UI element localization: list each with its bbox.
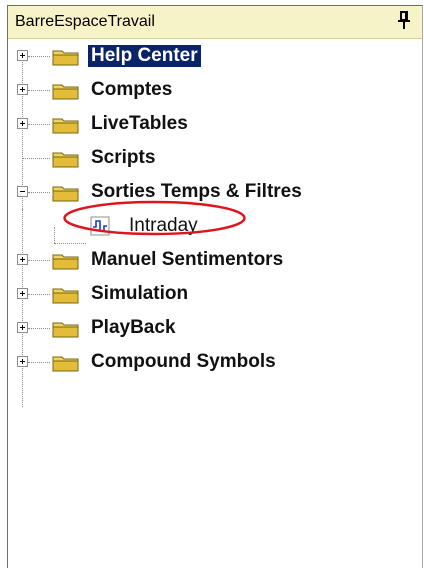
panel-title-bar[interactable]: BarreEspaceTravail bbox=[8, 6, 422, 39]
expand-icon[interactable] bbox=[17, 254, 28, 265]
tree-item-label: Comptes bbox=[91, 79, 173, 100]
expand-icon[interactable] bbox=[17, 118, 28, 129]
tree-item-label: Manuel Sentimentors bbox=[91, 249, 284, 270]
folder-icon bbox=[52, 322, 79, 338]
tree-item-livetables[interactable]: LiveTables bbox=[8, 107, 422, 141]
collapse-icon[interactable] bbox=[17, 186, 28, 197]
expand-icon[interactable] bbox=[17, 288, 28, 299]
folder-icon bbox=[52, 356, 79, 372]
highlight-oval bbox=[63, 200, 246, 236]
workspace-panel: BarreEspaceTravail Help Center Comptes L… bbox=[7, 5, 423, 568]
tree-item-manuel-sentimentors[interactable]: Manuel Sentimentors bbox=[8, 243, 422, 277]
tree-item-label: Scripts bbox=[91, 147, 156, 168]
tree-item-compound-symbols[interactable]: Compound Symbols bbox=[8, 345, 422, 379]
tree-item-label: Compound Symbols bbox=[91, 351, 276, 372]
panel-title: BarreEspaceTravail bbox=[15, 13, 155, 30]
expand-icon[interactable] bbox=[17, 84, 28, 95]
folder-icon bbox=[52, 288, 79, 304]
workspace-tree[interactable]: Help Center Comptes LiveTables Scripts S… bbox=[8, 39, 422, 568]
folder-icon bbox=[52, 118, 79, 134]
folder-icon bbox=[52, 152, 79, 168]
tree-item-help-center[interactable]: Help Center bbox=[8, 39, 422, 73]
folder-icon bbox=[52, 84, 79, 100]
folder-icon bbox=[52, 254, 79, 270]
expand-icon[interactable] bbox=[17, 50, 28, 61]
folder-icon bbox=[52, 50, 79, 66]
tree-item-comptes[interactable]: Comptes bbox=[8, 73, 422, 107]
tree-item-label: Help Center bbox=[88, 45, 201, 67]
pin-icon[interactable] bbox=[395, 9, 413, 33]
tree-item-simulation[interactable]: Simulation bbox=[8, 277, 422, 311]
expand-icon[interactable] bbox=[17, 356, 28, 367]
tree-item-label: Simulation bbox=[91, 283, 189, 304]
tree-item-scripts[interactable]: Scripts bbox=[8, 141, 422, 175]
tree-item-label: PlayBack bbox=[91, 317, 176, 338]
expand-icon[interactable] bbox=[17, 322, 28, 333]
tree-item-playback[interactable]: PlayBack bbox=[8, 311, 422, 345]
tree-item-label: LiveTables bbox=[91, 113, 188, 134]
